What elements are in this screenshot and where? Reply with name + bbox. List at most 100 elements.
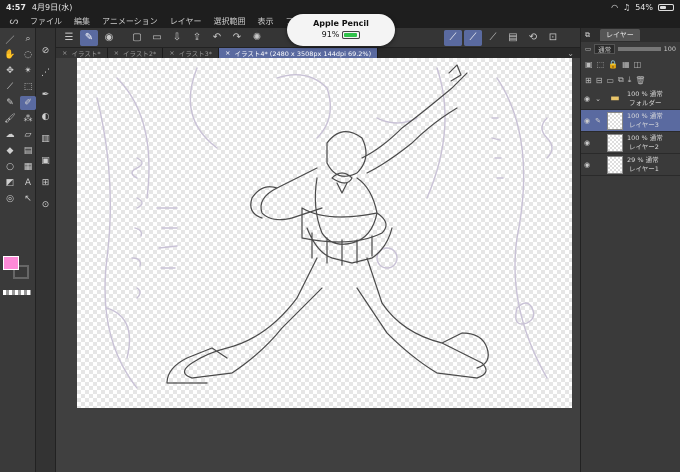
pencil-mode-icon[interactable]: ✎ bbox=[80, 29, 98, 46]
toast-battery: 91% bbox=[287, 30, 395, 39]
brush-size-icon[interactable]: ／ bbox=[2, 32, 18, 46]
mask-icon[interactable]: ◫ bbox=[634, 60, 642, 69]
shape-icon[interactable]: ○ bbox=[2, 160, 18, 174]
eyedropper-icon[interactable]: ⟋ bbox=[2, 80, 18, 94]
close-icon[interactable]: × bbox=[225, 49, 230, 57]
ruler-tool-icon[interactable]: ⟋ bbox=[484, 30, 502, 46]
eye-icon[interactable]: ◉ bbox=[100, 30, 118, 46]
text-icon[interactable]: A bbox=[20, 176, 36, 190]
new-folder-icon[interactable]: ▭ bbox=[606, 76, 614, 85]
ref-icon[interactable]: ⬚ bbox=[597, 60, 605, 69]
blend-mode-select[interactable]: 通常 bbox=[594, 44, 616, 54]
layer-property-row: ▭ 通常 100 bbox=[581, 42, 680, 56]
color-wheel-icon[interactable]: ◐ bbox=[39, 110, 53, 124]
transparent-color-swatch[interactable] bbox=[3, 290, 31, 295]
color-history-icon[interactable]: ▣ bbox=[39, 154, 53, 168]
delete-layer-icon[interactable]: 🗑 bbox=[635, 76, 645, 85]
transform-icon[interactable]: ⟲ bbox=[524, 30, 542, 46]
zoom-icon[interactable]: ⌕ bbox=[20, 32, 36, 46]
eye-icon[interactable]: ◉ bbox=[581, 139, 593, 147]
move-icon[interactable]: ✥ bbox=[2, 64, 18, 78]
snap-icon[interactable]: ⟋ bbox=[464, 29, 482, 46]
eraser-icon[interactable]: ▱ bbox=[20, 128, 36, 142]
close-icon[interactable]: × bbox=[62, 49, 67, 57]
undo-icon[interactable]: ↶ bbox=[208, 30, 226, 46]
blend-icon[interactable]: ☁ bbox=[2, 128, 18, 142]
opacity-value[interactable]: 100 bbox=[664, 45, 676, 53]
eye-icon[interactable]: ◉ bbox=[581, 117, 593, 125]
tab-illust-1[interactable]: × イラスト* bbox=[56, 48, 108, 58]
material-icon[interactable]: ⊞ bbox=[39, 176, 53, 190]
menu-layer[interactable]: レイヤー bbox=[164, 16, 208, 27]
clip-icon[interactable]: ▣ bbox=[585, 60, 593, 69]
magic-wand-icon[interactable]: ✴ bbox=[20, 64, 36, 78]
eye-icon[interactable]: ◉ bbox=[581, 161, 593, 169]
new-raster-layer-icon[interactable]: ⊞ bbox=[585, 76, 592, 85]
merge-icon[interactable]: ⤓ bbox=[628, 75, 632, 85]
close-icon[interactable]: × bbox=[114, 49, 119, 57]
pen-icon: ✎ bbox=[595, 116, 601, 125]
lock-icon[interactable]: 🔒 bbox=[608, 60, 618, 69]
expand-icon[interactable]: ⌄ bbox=[593, 95, 603, 103]
layer-panel-icon[interactable]: ⧉ bbox=[585, 31, 590, 40]
frame-icon[interactable]: ▦ bbox=[20, 160, 36, 174]
open-file-icon[interactable]: ▭ bbox=[148, 30, 166, 46]
menu-selection[interactable]: 選択範囲 bbox=[207, 16, 251, 27]
layer-row-3[interactable]: ◉ ✎ 100 % 通常 レイヤー3 bbox=[581, 110, 680, 132]
main-color-swatch[interactable] bbox=[3, 256, 19, 270]
brush-shape-icon[interactable]: ✒ bbox=[39, 88, 53, 102]
ruler-icon[interactable]: ◩ bbox=[2, 176, 18, 190]
tool-property-icon[interactable]: ⋰ bbox=[39, 66, 53, 80]
new-vector-layer-icon[interactable]: ⊟ bbox=[596, 76, 603, 85]
pencil-battery-toast: Apple Pencil 91% bbox=[287, 14, 395, 46]
select-icon[interactable]: ⬚ bbox=[20, 80, 36, 94]
menu-file[interactable]: ファイル bbox=[24, 16, 68, 27]
layer-panel-tabs: ⧉ レイヤー bbox=[581, 28, 680, 42]
menu-view[interactable]: 表示 bbox=[251, 16, 279, 27]
airbrush-icon[interactable]: ⁂ bbox=[20, 112, 36, 126]
gradient-icon[interactable]: ▤ bbox=[20, 144, 36, 158]
close-icon[interactable]: × bbox=[169, 49, 174, 57]
hand-icon[interactable]: ✋ bbox=[2, 48, 18, 62]
tabs-chevron-down-icon[interactable]: ⌄ bbox=[567, 49, 580, 58]
tab-illust-3[interactable]: × イラスト3* bbox=[163, 48, 220, 58]
fill-icon[interactable]: ◆ bbox=[2, 144, 18, 158]
copy-layer-icon[interactable]: ⧉ bbox=[618, 75, 624, 85]
tab-illust-4[interactable]: × イラスト4* (2480 x 3508px 144dpi 69.2%) bbox=[219, 48, 379, 58]
sub-tool-icon[interactable]: ⊘ bbox=[39, 44, 53, 58]
opacity-slider[interactable] bbox=[618, 47, 661, 51]
correction-icon[interactable]: ↖ bbox=[20, 192, 36, 206]
status-right: ◠ ♫ 54% bbox=[611, 3, 674, 12]
color-set-icon[interactable]: ▥ bbox=[39, 132, 53, 146]
page-icon[interactable]: ▤ bbox=[504, 30, 522, 46]
app-logo-icon[interactable]: ᔕ bbox=[4, 16, 24, 27]
crop-icon[interactable]: ⊡ bbox=[544, 30, 562, 46]
lasso-icon[interactable]: ◌ bbox=[20, 48, 36, 62]
drawing-canvas[interactable] bbox=[77, 58, 572, 408]
settings-icon[interactable]: ✺ bbox=[248, 30, 266, 46]
navigator-icon[interactable]: ⊙ bbox=[39, 198, 53, 212]
lock-alpha-icon[interactable]: ▦ bbox=[622, 60, 630, 69]
tab-illust-2[interactable]: × イラスト2* bbox=[107, 48, 164, 58]
redo-icon[interactable]: ↷ bbox=[228, 30, 246, 46]
brush-icon[interactable]: 🖌 bbox=[2, 112, 18, 126]
tab-layer[interactable]: レイヤー bbox=[600, 29, 640, 41]
layer-thumb-icon: ▭ bbox=[585, 45, 592, 53]
canvas-area[interactable] bbox=[56, 58, 580, 472]
menu-animation[interactable]: アニメーション bbox=[96, 16, 164, 27]
pencil-tool-icon[interactable]: ✐ bbox=[20, 96, 36, 110]
save-icon[interactable]: ⇩ bbox=[168, 30, 186, 46]
layer-row-folder[interactable]: ◉ ⌄ ▬ 100 % 通常 フォルダー bbox=[581, 88, 680, 110]
eye-icon[interactable]: ◉ bbox=[581, 95, 593, 103]
status-time: 4:57 bbox=[6, 2, 26, 12]
menu-edit[interactable]: 編集 bbox=[68, 16, 96, 27]
balloon-icon[interactable]: ◎ bbox=[2, 192, 18, 206]
layer-row-1[interactable]: ◉ 29 % 通常 レイヤー1 bbox=[581, 154, 680, 176]
pen-icon[interactable]: ✎ bbox=[2, 96, 18, 110]
menu-icon[interactable]: ☰ bbox=[60, 30, 78, 46]
share-icon[interactable]: ⇪ bbox=[188, 30, 206, 46]
layer-row-2[interactable]: ◉ 100 % 通常 レイヤー2 bbox=[581, 132, 680, 154]
stabilizer-icon[interactable]: ⟋ bbox=[444, 29, 462, 46]
new-file-icon[interactable]: ▢ bbox=[128, 30, 146, 46]
folder-icon: ▬ bbox=[610, 93, 620, 104]
